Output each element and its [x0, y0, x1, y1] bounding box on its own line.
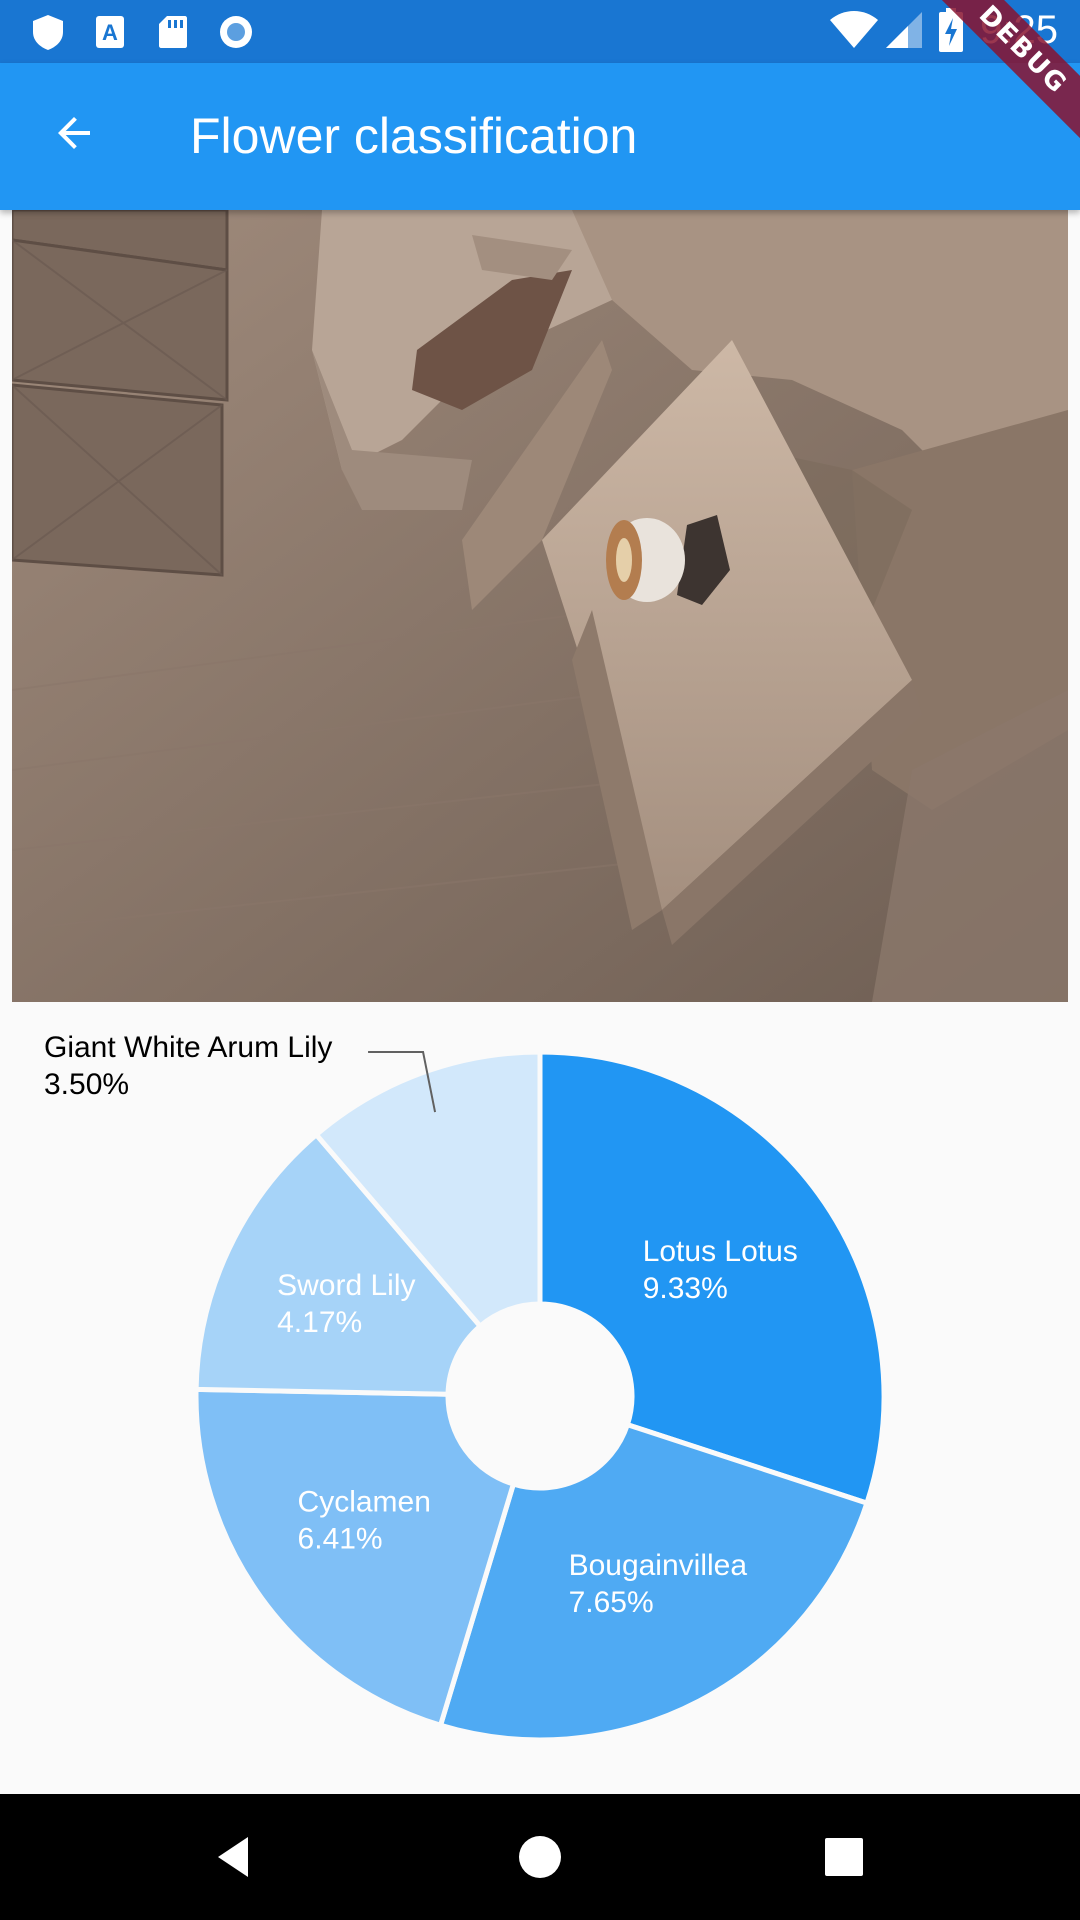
- svg-text:A: A: [102, 20, 118, 45]
- nav-home-icon[interactable]: [510, 1827, 570, 1887]
- slice-value-lotus-lotus: 9.33%: [643, 1272, 728, 1305]
- page-title: Flower classification: [190, 108, 638, 164]
- sd-card-icon: [159, 16, 187, 48]
- radio-button-icon: [220, 16, 252, 48]
- slice-value-sword-lily: 4.17%: [277, 1306, 362, 1339]
- nav-back-icon[interactable]: [206, 1827, 266, 1887]
- slice-label-lotus-lotus: Lotus Lotus: [643, 1235, 798, 1268]
- wifi-icon: [830, 11, 878, 48]
- back-button[interactable]: [34, 93, 114, 173]
- slice-value-bougainvillea: 7.65%: [569, 1586, 654, 1619]
- app-bar: Flower classification: [0, 63, 1080, 210]
- slice-value-cyclamen: 6.41%: [298, 1523, 383, 1556]
- room-scene-image: [12, 210, 1068, 1002]
- slice-value-giant-white-arum-lily: 3.50%: [44, 1068, 129, 1101]
- navigation-bar: [0, 1794, 1080, 1920]
- status-bar: A 9:25: [0, 0, 1080, 63]
- arrow-back-icon: [58, 117, 90, 149]
- slice-label-sword-lily: Sword Lily: [277, 1269, 415, 1302]
- slice-label-cyclamen: Cyclamen: [298, 1486, 431, 1519]
- donut-chart: Lotus Lotus 9.33% Bougainvillea 7.65% Cyclam…: [44, 1031, 887, 1743]
- slice-label-giant-white-arum-lily: Giant White Arum Lily: [44, 1031, 332, 1064]
- slice-label-bougainvillea: Bougainvillea: [569, 1549, 748, 1582]
- classification-chart: Lotus Lotus 9.33% Bougainvillea 7.65% Cyclam…: [0, 1002, 1080, 1794]
- font-download-icon: A: [96, 16, 124, 48]
- nav-recents-icon[interactable]: [814, 1827, 874, 1887]
- classified-photo: [12, 210, 1068, 1002]
- cell-signal-icon: [886, 12, 922, 48]
- shield-icon: [33, 15, 63, 50]
